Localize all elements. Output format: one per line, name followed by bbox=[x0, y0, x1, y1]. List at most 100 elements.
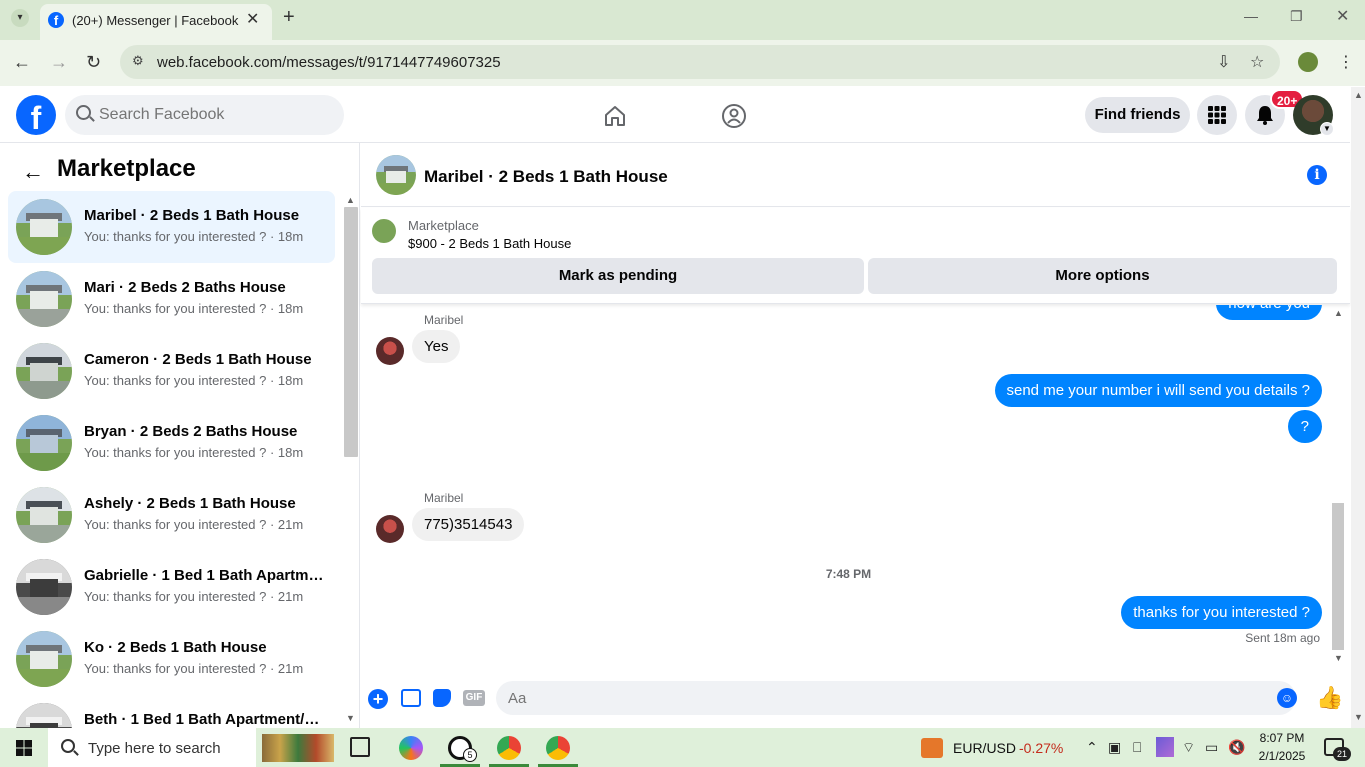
meet-now-icon[interactable]: ▣ bbox=[1108, 739, 1121, 756]
gif-icon[interactable]: GIF bbox=[463, 690, 485, 706]
conversation-name: Maribel · 2 Beds 1 Bath House bbox=[84, 207, 300, 224]
message-sender: Maribel bbox=[424, 491, 464, 505]
conversation-item-mari[interactable]: Mari · 2 Beds 2 Baths House You: thanks … bbox=[8, 263, 335, 335]
message-input[interactable] bbox=[496, 681, 1296, 715]
window-minimize-icon[interactable]: — bbox=[1244, 8, 1258, 24]
window-close-icon[interactable]: ✕ bbox=[1336, 6, 1349, 26]
browser-tab-messenger[interactable]: f (20+) Messenger | Facebook ✕ bbox=[40, 4, 272, 40]
attach-photo-icon[interactable] bbox=[401, 689, 421, 707]
menu-button[interactable] bbox=[1197, 95, 1237, 135]
listing-thumbnail bbox=[16, 199, 72, 255]
sidebar-scroll-down-icon[interactable]: ▼ bbox=[346, 713, 355, 723]
ticker-change[interactable]: -0.27% bbox=[1019, 740, 1063, 756]
new-tab-plus-icon[interactable]: + bbox=[283, 6, 295, 29]
mark-as-pending-button[interactable]: Mark as pending bbox=[372, 258, 864, 294]
volume-muted-icon[interactable]: 🔇 bbox=[1228, 739, 1245, 756]
account-chevron-down-icon[interactable]: ▼ bbox=[1320, 122, 1334, 136]
taskbar-search-text: Type here to search bbox=[88, 740, 221, 757]
sidebar-title: Marketplace bbox=[57, 155, 196, 182]
page-scrollbar[interactable] bbox=[1351, 87, 1365, 728]
battery-icon[interactable]: ▭ bbox=[1205, 739, 1218, 756]
listing-thumbnail bbox=[16, 343, 72, 399]
taskbar-clock-date[interactable]: 2/1/2025 bbox=[1256, 749, 1308, 763]
install-app-icon[interactable]: ⇩ bbox=[1217, 52, 1230, 72]
more-options-button[interactable]: More options bbox=[868, 258, 1337, 294]
address-bar[interactable]: ⚙ web.facebook.com/messages/t/9171447749… bbox=[120, 45, 1280, 79]
groups-icon[interactable] bbox=[721, 103, 747, 129]
browser-menu-kebab-icon[interactable]: ⋮ bbox=[1338, 52, 1354, 72]
marketplace-label: Marketplace bbox=[408, 218, 479, 233]
chat-title[interactable]: Maribel · 2 Beds 1 Bath House bbox=[424, 167, 668, 187]
sidebar-scrollbar-thumb[interactable] bbox=[344, 207, 358, 457]
sticker-icon[interactable] bbox=[433, 689, 451, 707]
chat-scrollbar-thumb[interactable] bbox=[1332, 503, 1344, 650]
facebook-logo-icon[interactable]: f bbox=[16, 95, 56, 135]
listing-price-title[interactable]: $900 - 2 Beds 1 Bath House bbox=[408, 236, 571, 251]
pen-icon[interactable] bbox=[1156, 737, 1174, 757]
ticker-symbol[interactable]: EUR/USD bbox=[953, 740, 1016, 756]
sender-avatar[interactable] bbox=[376, 337, 404, 365]
message-bubble-incoming: 775)3514543 bbox=[412, 508, 525, 541]
facebook-search-box[interactable] bbox=[65, 95, 344, 135]
conversation-name: Ko · 2 Beds 1 Bath House bbox=[84, 639, 267, 656]
whatsapp-badge: 5 bbox=[463, 748, 477, 762]
chrome-profile-1-icon[interactable] bbox=[497, 736, 521, 760]
page-scroll-up-icon[interactable]: ▲ bbox=[1354, 90, 1363, 100]
listing-thumbnail bbox=[16, 415, 72, 471]
chat-scroll-up-icon[interactable]: ▲ bbox=[1334, 308, 1343, 318]
stock-ticker-icon[interactable] bbox=[921, 738, 943, 758]
conversation-item-cameron[interactable]: Cameron · 2 Beds 1 Bath House You: thank… bbox=[8, 335, 335, 407]
chrome-profile-2-icon[interactable] bbox=[546, 736, 570, 760]
conversation-name: Bryan · 2 Beds 2 Baths House bbox=[84, 423, 298, 440]
conversation-name: Cameron · 2 Beds 1 Bath House bbox=[84, 351, 312, 368]
taskbar-clock-time[interactable]: 8:07 PM bbox=[1258, 731, 1306, 745]
windows-start-icon[interactable] bbox=[16, 740, 32, 756]
address-url[interactable]: web.facebook.com/messages/t/917144774960… bbox=[157, 54, 501, 71]
wifi-icon[interactable]: ⌔ bbox=[1182, 739, 1195, 757]
facebook-search-input[interactable] bbox=[99, 95, 329, 135]
home-icon[interactable] bbox=[603, 104, 627, 128]
conversation-item-beth[interactable]: Beth · 1 Bed 1 Bath Apartment/c... bbox=[8, 695, 335, 728]
tab-search-chevron-icon[interactable]: ▾ bbox=[11, 9, 29, 27]
conversation-item-ko[interactable]: Ko · 2 Beds 1 Bath House You: thanks for… bbox=[8, 623, 335, 695]
listing-mini-thumbnail[interactable] bbox=[372, 219, 396, 243]
show-hidden-icons-chevron-up-icon[interactable]: ⌃ bbox=[1086, 739, 1098, 756]
camera-icon[interactable]: ⎕ bbox=[1133, 739, 1141, 756]
marketplace-sidebar: ← Marketplace Maribel · 2 Beds 1 Bath Ho… bbox=[0, 143, 360, 728]
conversation-preview: You: thanks for you interested ? · 21m bbox=[84, 589, 304, 604]
conversation-preview: You: thanks for you interested ? · 21m bbox=[84, 661, 304, 676]
conversation-preview: You: thanks for you interested ? · 18m bbox=[84, 229, 304, 244]
task-view-icon[interactable] bbox=[350, 737, 370, 757]
conversation-item-maribel[interactable]: Maribel · 2 Beds 1 Bath House You: thank… bbox=[8, 191, 335, 263]
copilot-icon[interactable] bbox=[399, 736, 423, 760]
chat-scroll-down-icon[interactable]: ▼ bbox=[1334, 653, 1343, 663]
search-highlight-books-image[interactable] bbox=[262, 734, 334, 762]
conversation-name: Ashely · 2 Beds 1 Bath House bbox=[84, 495, 296, 512]
window-restore-icon[interactable]: ❐ bbox=[1290, 8, 1303, 25]
taskbar-search-box[interactable]: Type here to search bbox=[48, 728, 256, 767]
reload-icon[interactable]: ↻ bbox=[86, 52, 101, 73]
conversation-item-gabrielle[interactable]: Gabrielle · 1 Bed 1 Bath Apartme... You:… bbox=[8, 551, 335, 623]
message-thread: how are you Maribel Yes send me your num… bbox=[361, 305, 1336, 670]
chat-listing-avatar[interactable] bbox=[376, 155, 416, 195]
bookmark-star-icon[interactable]: ☆ bbox=[1250, 52, 1264, 72]
thumbs-up-like-icon[interactable]: 👍 bbox=[1316, 685, 1343, 711]
find-friends-button[interactable]: Find friends bbox=[1085, 97, 1190, 133]
message-sent-status: Sent 18m ago bbox=[1245, 631, 1320, 645]
page-scroll-down-icon[interactable]: ▼ bbox=[1354, 712, 1363, 722]
browser-profile-icon[interactable] bbox=[1298, 52, 1318, 72]
conversation-item-bryan[interactable]: Bryan · 2 Beds 2 Baths House You: thanks… bbox=[8, 407, 335, 479]
back-arrow-icon[interactable]: ← bbox=[13, 52, 31, 73]
message-sender: Maribel bbox=[424, 313, 464, 327]
forward-arrow-icon[interactable]: → bbox=[50, 52, 68, 73]
sidebar-scroll-up-icon[interactable]: ▲ bbox=[346, 195, 355, 205]
site-info-icon[interactable]: ⚙ bbox=[132, 53, 144, 69]
info-icon[interactable]: i bbox=[1307, 165, 1327, 185]
more-actions-plus-icon[interactable]: + bbox=[368, 689, 388, 709]
message-bubble-outgoing: send me your number i will send you deta… bbox=[994, 374, 1322, 407]
back-arrow-icon[interactable]: ← bbox=[22, 159, 44, 185]
sender-avatar[interactable] bbox=[376, 515, 404, 543]
tab-close-icon[interactable]: ✕ bbox=[246, 9, 259, 29]
emoji-icon[interactable]: ☺ bbox=[1277, 688, 1297, 708]
conversation-item-ashely[interactable]: Ashely · 2 Beds 1 Bath House You: thanks… bbox=[8, 479, 335, 551]
